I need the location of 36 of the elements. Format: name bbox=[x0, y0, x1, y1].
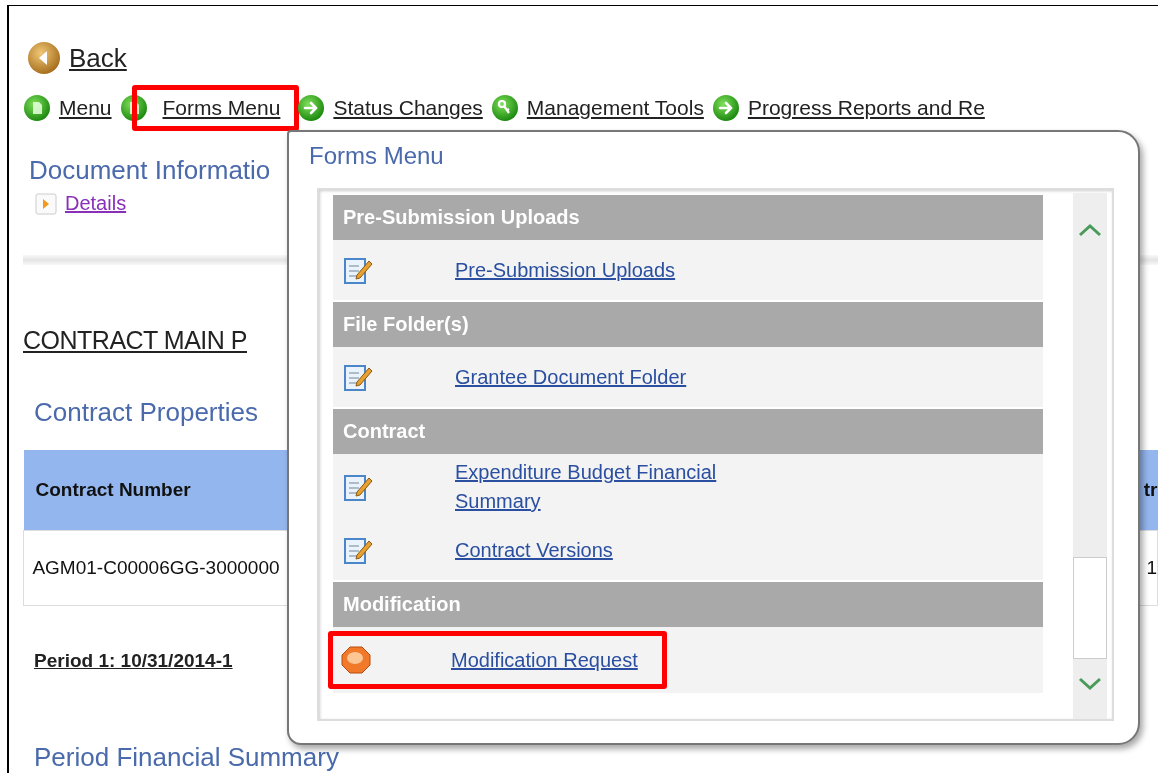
section-title: Contract Properties bbox=[34, 397, 258, 428]
section-header: Contract bbox=[333, 409, 1043, 454]
form-link[interactable]: Expenditure Budget Financial Summary bbox=[455, 458, 795, 516]
scroll-up-icon[interactable] bbox=[1078, 223, 1102, 237]
scrollbar[interactable] bbox=[1073, 193, 1107, 719]
column-header: Contract Number bbox=[23, 450, 289, 531]
details-link[interactable]: Details bbox=[65, 192, 127, 215]
menu-item[interactable]: Contract Versions bbox=[333, 520, 1043, 580]
section-header: File Folder(s) bbox=[333, 302, 1043, 347]
page-icon bbox=[119, 94, 148, 122]
section-header: Modification bbox=[333, 582, 1043, 627]
menu-item[interactable]: Expenditure Budget Financial Summary bbox=[333, 454, 1043, 520]
back-link[interactable]: Back bbox=[69, 42, 127, 74]
page-icon bbox=[23, 94, 51, 122]
menu-item[interactable]: Grantee Document Folder bbox=[333, 347, 1043, 407]
scroll-thumb[interactable] bbox=[1073, 557, 1107, 659]
nav-link[interactable]: Progress Reports and Re bbox=[747, 96, 985, 120]
nav-link[interactable]: Forms Menu bbox=[162, 96, 281, 119]
form-link[interactable]: Pre-Submission Uploads bbox=[455, 255, 795, 285]
nav-link[interactable]: Status Changes bbox=[333, 96, 483, 120]
form-link[interactable]: Contract Versions bbox=[455, 535, 795, 565]
section-header: Pre-Submission Uploads bbox=[333, 195, 1043, 240]
section-title: Document Informatio bbox=[29, 155, 271, 186]
section-title: Period Financial Summary bbox=[34, 742, 339, 773]
period-heading: Period 1: 10/31/2014-1 bbox=[34, 650, 233, 672]
section-heading: CONTRACT MAIN P bbox=[23, 326, 247, 355]
back-icon bbox=[27, 41, 61, 75]
menu-item[interactable]: Pre-Submission Uploads bbox=[333, 240, 1043, 300]
nav-link[interactable]: Menu bbox=[59, 96, 112, 120]
scroll-down-icon[interactable] bbox=[1078, 677, 1102, 691]
form-link[interactable]: Grantee Document Folder bbox=[455, 362, 795, 392]
request-icon bbox=[339, 644, 373, 676]
key-icon bbox=[490, 94, 519, 122]
nav-link[interactable]: Management Tools bbox=[526, 96, 704, 120]
form-link[interactable]: Modification Request bbox=[451, 645, 638, 675]
popup-title: Forms Menu bbox=[309, 142, 445, 170]
